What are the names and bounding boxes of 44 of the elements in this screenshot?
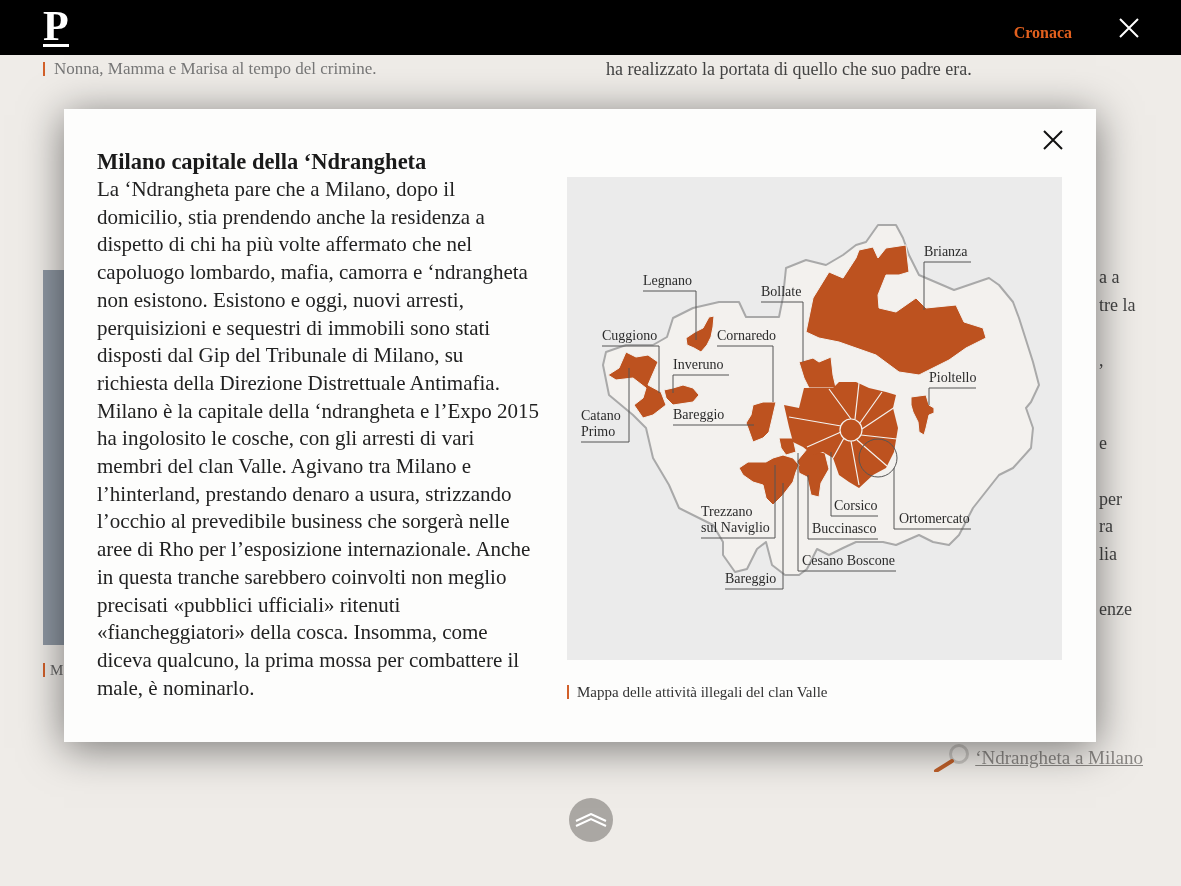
section-link[interactable]: Cronaca bbox=[1013, 22, 1072, 43]
article-text-fragment: per bbox=[1099, 487, 1123, 511]
circle-marker bbox=[858, 438, 898, 478]
photo-caption: Nonna, Mamma e Marisa al tempo del crimine. bbox=[54, 59, 377, 79]
district-shape bbox=[685, 315, 715, 353]
map-label: Bollate bbox=[761, 284, 802, 300]
article-text-fragment: a a bbox=[1099, 266, 1121, 289]
district-shape bbox=[910, 394, 935, 436]
map-label: Cornaredo bbox=[717, 328, 777, 344]
map-label: Catano Primo bbox=[581, 408, 621, 440]
accent-bar-icon bbox=[567, 685, 569, 699]
photo-caption: M bbox=[50, 661, 64, 679]
map-label: Bareggio bbox=[725, 571, 777, 587]
map-label: Buccinasco bbox=[812, 521, 877, 537]
modal-body-text: La ‘Ndrangheta pare che a Milano, dopo il domicilio, stia prendendo anche la residenza a dispetto di chi ha più volte affermato che nel capoluogo lombardo, mafia, camorra e ‘ndrangheta non esistono. Esistono e oggi, nuovi arresti, perquisizioni e sequestri di immobili sono stati disposti dal Gip del Tribunale di Milano, su richiesta della Direzione Distrettuale Antimafia. Milano è la capitale della ‘ndrangheta e l’Expo 2015 ha ingolosito le cosche, con gli arresti di vari membri del clan Valle. Agivano tra Milano e l’hinterland, prestando denaro a usura, strizzando l’occhio al prevedibile business che sorgerà nelle aree di Rho per l’esposizione internazionale. Anche in questa tranche sarebbero coinvolti non meglio precisati «pubblici ufficiali» ritenuti «fiancheggiatori» della cosca. Insomma, come diceva qualcuno, la prima mossa per combattere il male, è nominarlo. bbox=[97, 176, 539, 702]
map-label: Corsico bbox=[834, 498, 878, 514]
map-caption: Mappa delle attività illegali del clan Valle bbox=[577, 683, 828, 701]
article-text-fragment: , bbox=[1099, 349, 1105, 373]
article-text-fragment: ra bbox=[1099, 515, 1114, 539]
leader-line bbox=[928, 387, 977, 406]
map-label: Bareggio bbox=[673, 407, 725, 423]
leader-line bbox=[923, 261, 972, 311]
map-label: Ortomercato bbox=[899, 511, 970, 527]
accent-bar-icon bbox=[43, 663, 45, 677]
article-text-fragment: enze bbox=[1099, 598, 1133, 622]
map-label: Cuggiono bbox=[602, 328, 658, 344]
map-label: Legnano bbox=[643, 273, 692, 289]
modal-title: Milano capitale della ‘Ndrangheta bbox=[97, 149, 428, 175]
map-label: Trezzano sul Naviglio bbox=[701, 504, 770, 536]
map-label: Cesano Boscone bbox=[802, 553, 895, 569]
magnifier-icon bbox=[933, 744, 972, 772]
logo[interactable]: P bbox=[43, 10, 69, 47]
article-text-fragment: lia bbox=[1099, 542, 1118, 566]
chevron-up-icon bbox=[574, 813, 607, 827]
article-text-fragment: e bbox=[1099, 432, 1108, 456]
close-button[interactable] bbox=[1043, 130, 1063, 150]
map-label: Brianza bbox=[924, 244, 968, 260]
map-label: Pioltello bbox=[929, 370, 977, 386]
map-label: Inveruno bbox=[673, 357, 724, 373]
article-text: ha realizzato la portata di quello che suo padre era. bbox=[606, 59, 972, 79]
close-icon bbox=[1043, 130, 1063, 150]
close-icon bbox=[1119, 17, 1139, 38]
accent-bar-icon bbox=[43, 62, 45, 76]
article-text-fragment: tre la bbox=[1099, 293, 1137, 317]
